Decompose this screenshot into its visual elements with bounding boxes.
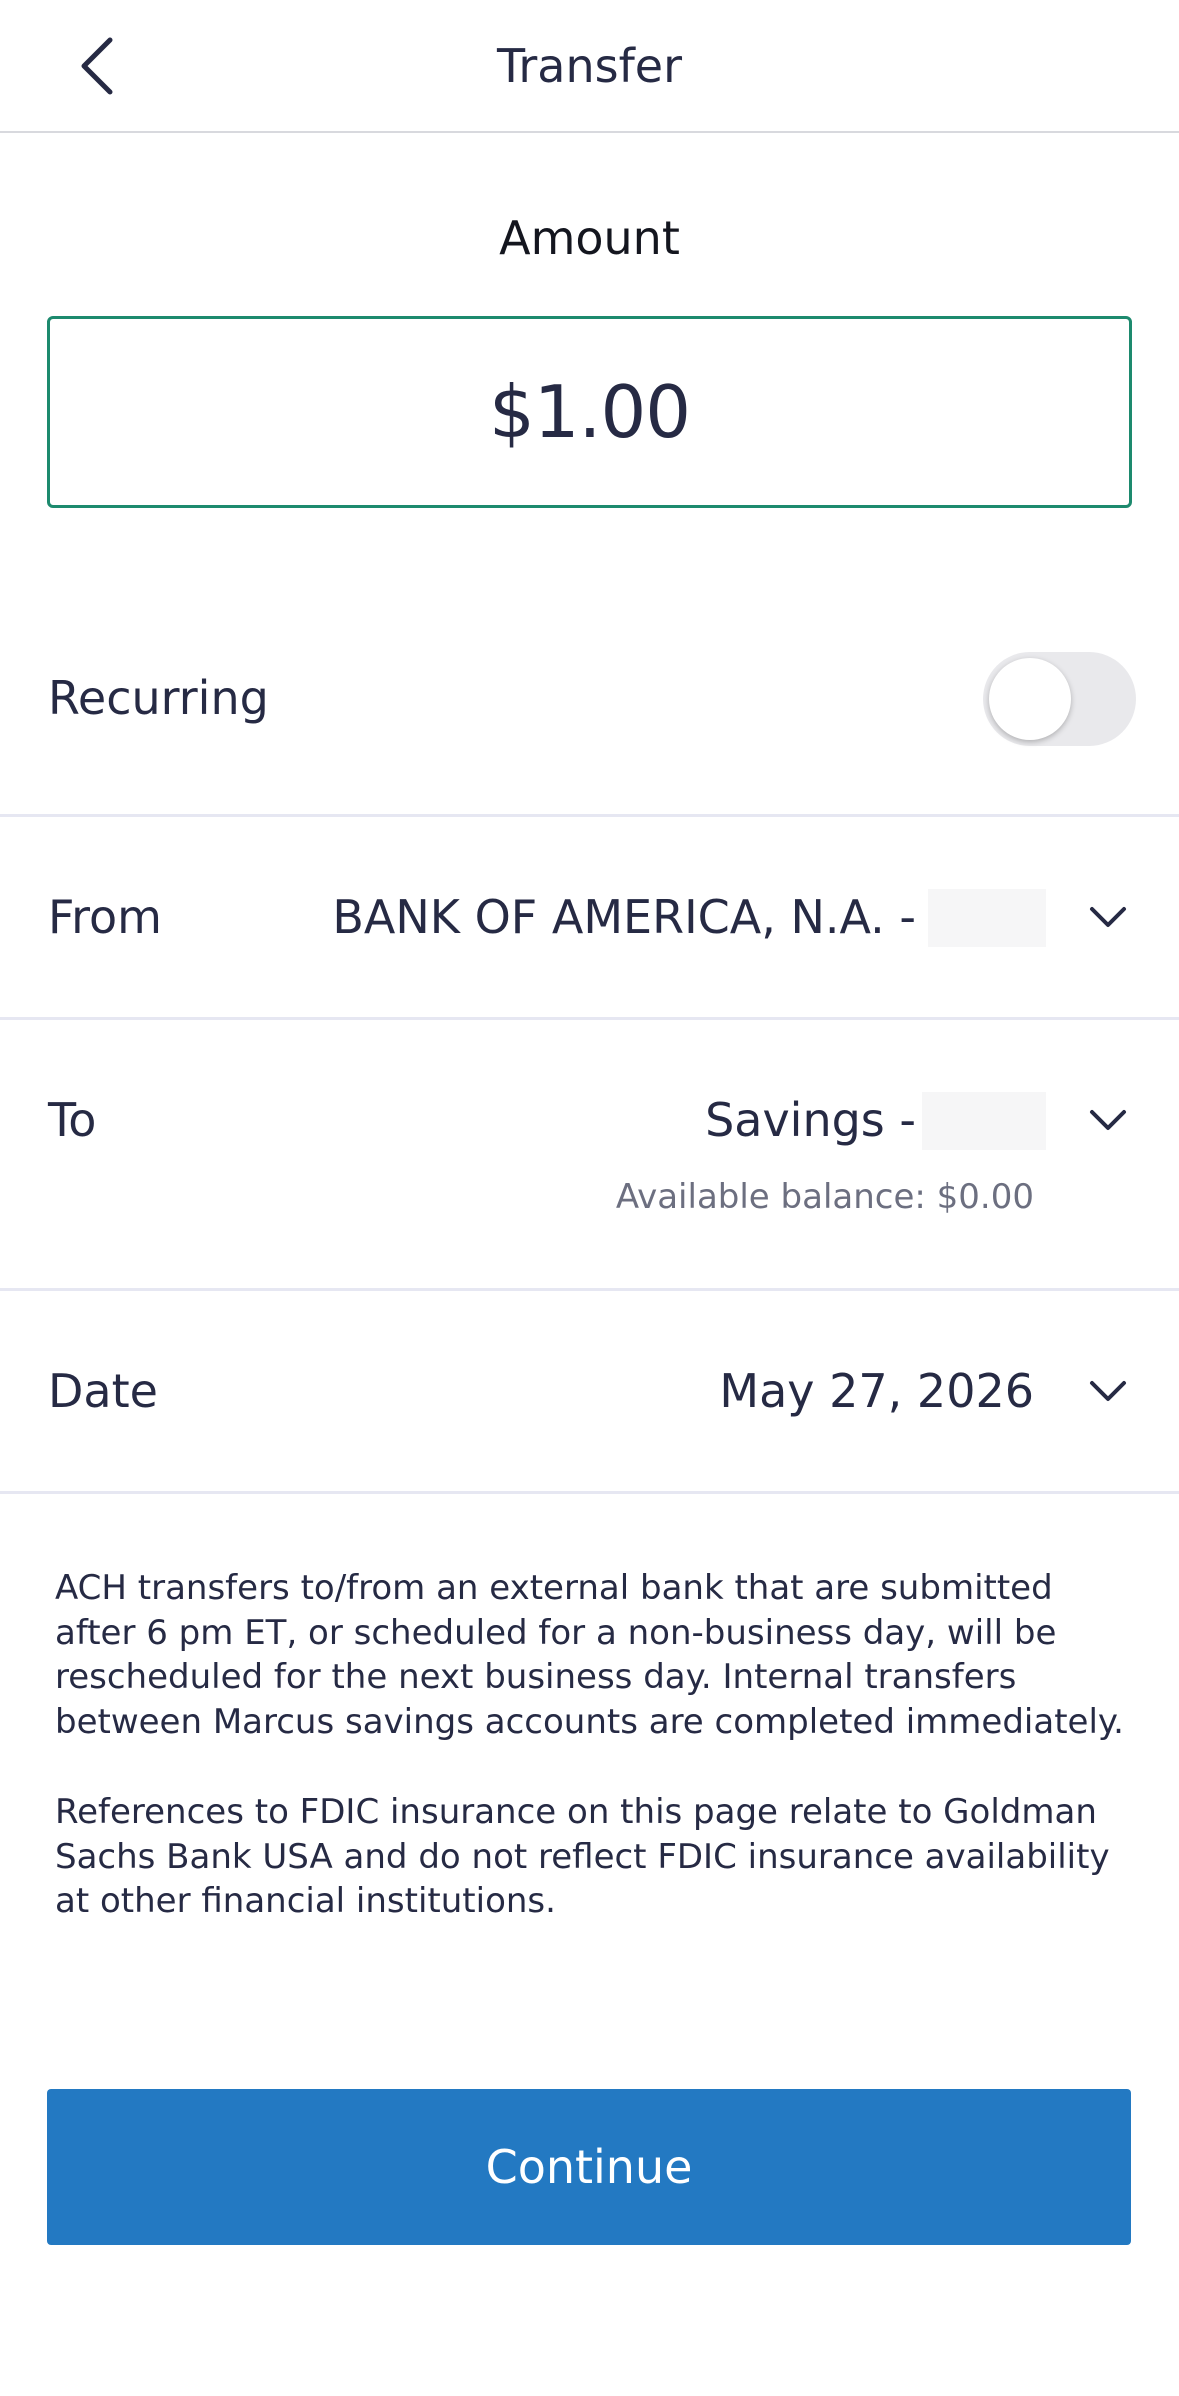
amount-input[interactable]: $1.00 <box>47 316 1132 508</box>
divider <box>0 1491 1179 1494</box>
recurring-label: Recurring <box>48 671 269 725</box>
from-label: From <box>48 890 162 944</box>
header-bar: Transfer <box>0 0 1179 133</box>
amount-value: $1.00 <box>488 370 691 454</box>
toggle-knob <box>989 658 1071 740</box>
to-label: To <box>48 1093 97 1147</box>
ach-disclaimer: ACH transfers to/from an external bank t… <box>55 1568 1124 1742</box>
redacted-account-number <box>922 1092 1046 1150</box>
date-value: May 27, 2026 <box>719 1364 1034 1418</box>
chevron-down-icon <box>1090 1110 1126 1130</box>
amount-label: Amount <box>499 211 680 265</box>
date-label: Date <box>48 1364 158 1418</box>
date-select[interactable]: Date May 27, 2026 <box>0 1291 1179 1491</box>
to-account-value: Savings - <box>705 1093 916 1147</box>
fdic-disclaimer: References to FDIC insurance on this pag… <box>55 1792 1110 1921</box>
page-title: Transfer <box>497 39 682 93</box>
recurring-toggle[interactable] <box>983 652 1136 746</box>
chevron-down-icon <box>1090 1381 1126 1401</box>
from-account-value: BANK OF AMERICA, N.A. - <box>332 890 916 944</box>
continue-button[interactable]: Continue <box>47 2089 1131 2245</box>
redacted-account-number <box>928 889 1046 947</box>
to-account-select[interactable]: To Savings - <box>0 1020 1179 1288</box>
from-account-select[interactable]: From BANK OF AMERICA, N.A. - <box>0 817 1179 1017</box>
available-balance: Available balance: $0.00 <box>615 1177 1034 1217</box>
chevron-down-icon <box>1090 907 1126 927</box>
